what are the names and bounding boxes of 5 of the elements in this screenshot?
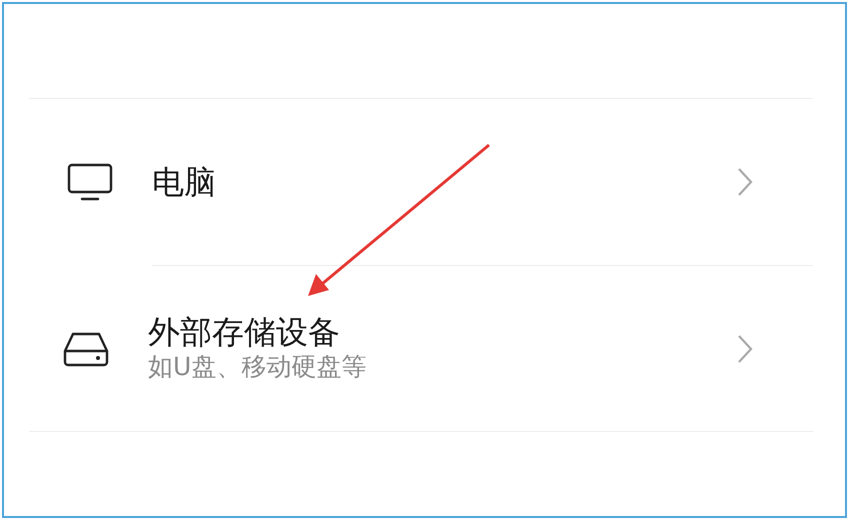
- chevron-icon: [737, 167, 753, 197]
- list-item[interactable]: 电脑: [29, 99, 813, 265]
- chevron-icon: [737, 334, 753, 364]
- item-title: 电脑: [152, 162, 216, 202]
- monitor-icon: [65, 162, 115, 202]
